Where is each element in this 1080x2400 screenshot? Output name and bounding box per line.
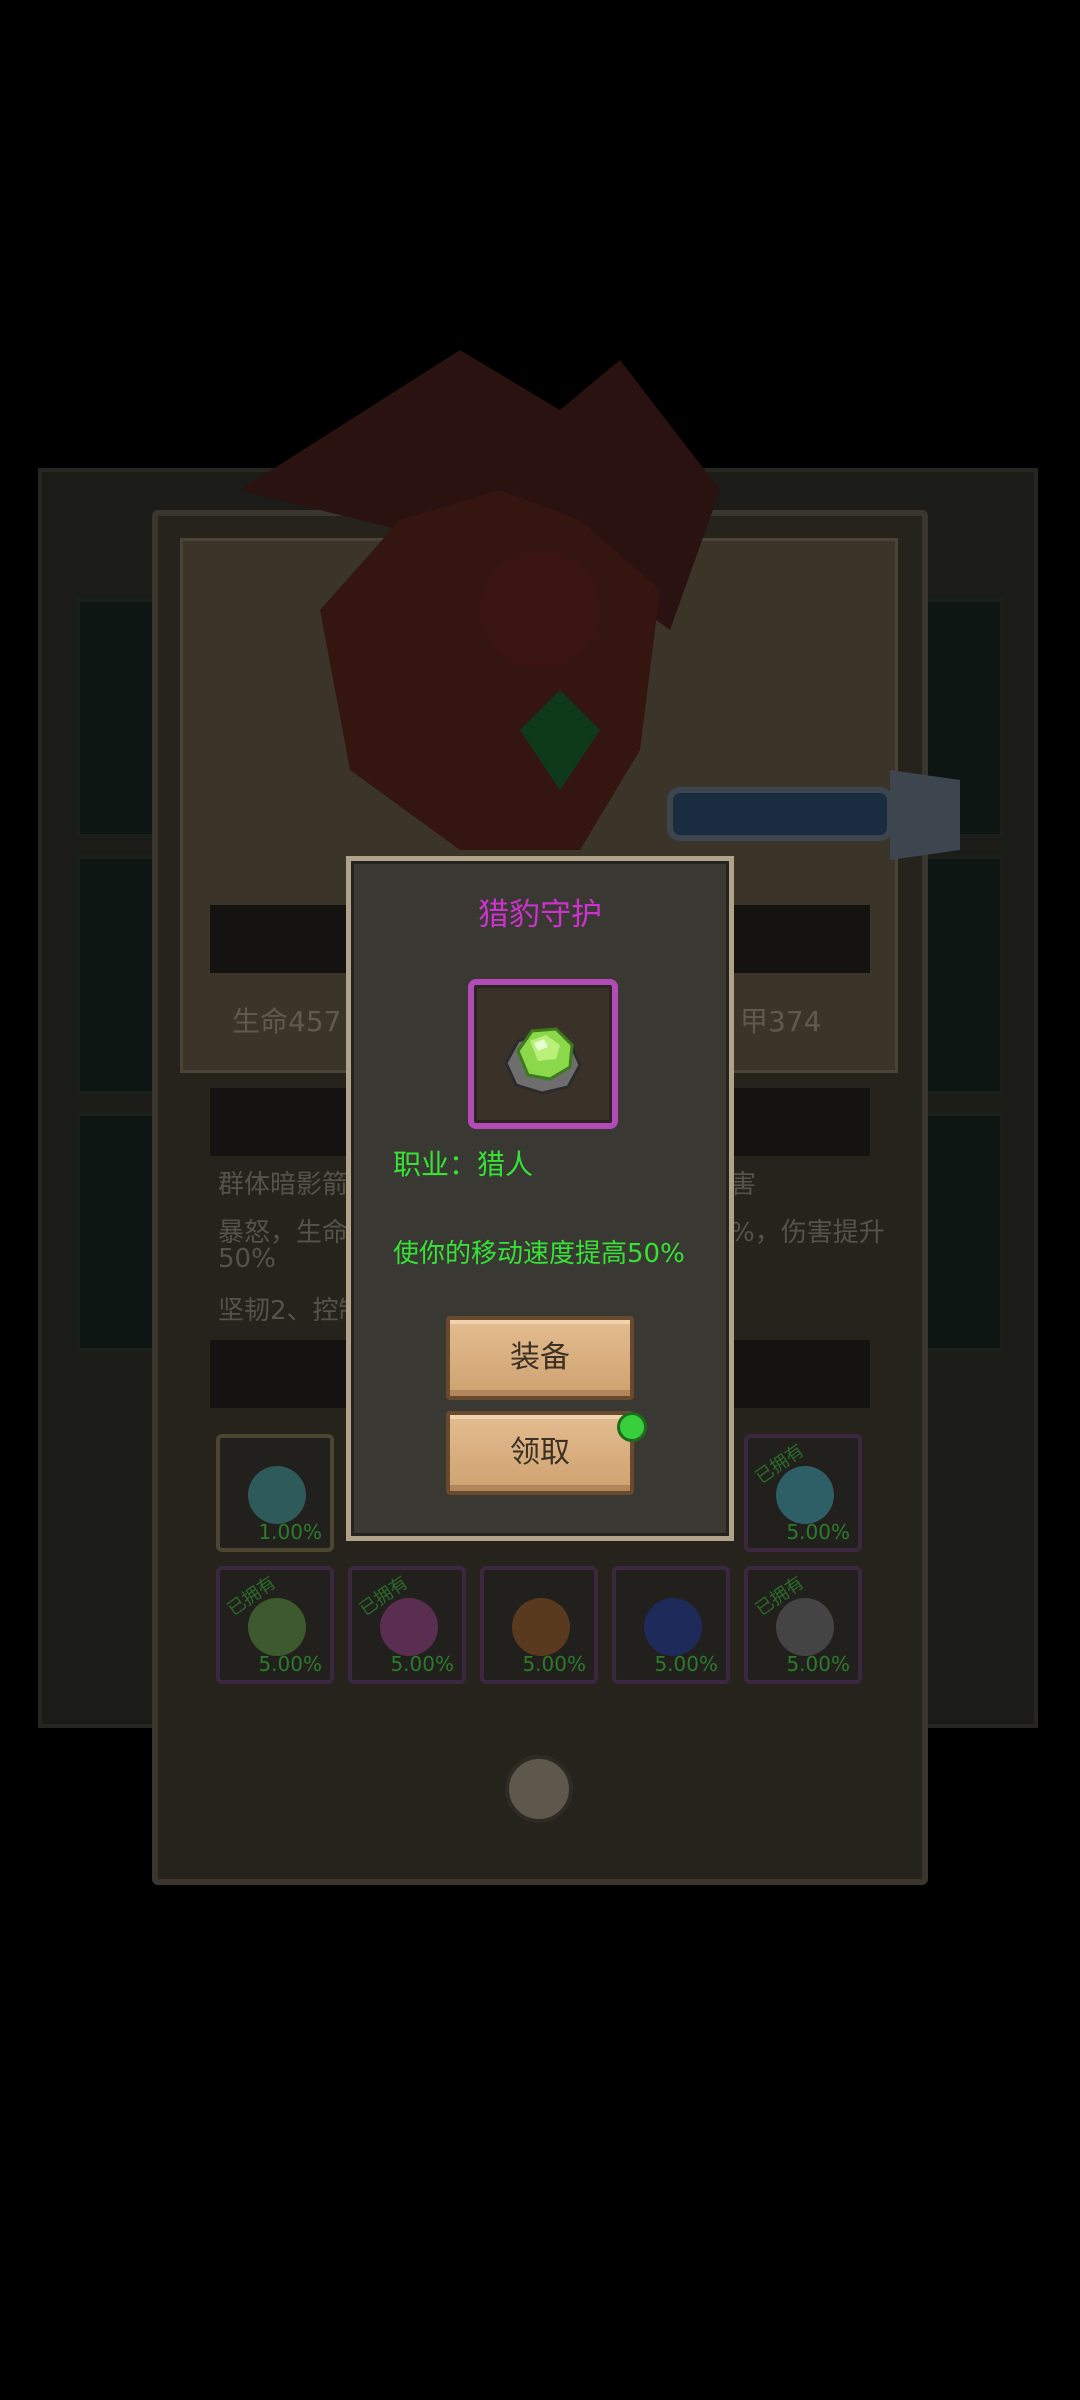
side-card-left-3 (76, 1112, 162, 1352)
class-requirement: 职业：猎人 (393, 1148, 534, 1181)
gem-slot[interactable]: 5.00% (612, 1566, 730, 1684)
hp-stat: 生命457 (232, 1005, 342, 1038)
side-card-left-1 (76, 598, 162, 838)
gem-icon (248, 1598, 306, 1656)
gem-icon (248, 1466, 306, 1524)
drop-rate: 5.00% (390, 1652, 454, 1676)
drop-rate: 5.00% (258, 1652, 322, 1676)
drop-rate: 1.00% (258, 1520, 322, 1544)
gem-slot[interactable]: 已拥有 5.00% (216, 1566, 334, 1684)
gem-slot[interactable]: 已拥有 5.00% (744, 1566, 862, 1684)
gem-icon (776, 1466, 834, 1524)
gem-icon (512, 1598, 570, 1656)
gem-icon (380, 1598, 438, 1656)
gem-slot[interactable]: 1.00% (216, 1434, 334, 1552)
side-card-right-3 (918, 1112, 1004, 1352)
gem-icon (644, 1598, 702, 1656)
drop-rate: 5.00% (522, 1652, 586, 1676)
drop-rate: 5.00% (786, 1520, 850, 1544)
gem-icon (776, 1598, 834, 1656)
side-card-right-2 (918, 855, 1004, 1095)
skill-line-2-tail: %，伤害提升 (730, 1218, 885, 1248)
skill-line-2-wrap: 50% (218, 1244, 276, 1274)
skill-line-3: 坚韧2、控制 (218, 1296, 365, 1326)
hero-portrait (240, 350, 960, 860)
item-title: 猎豹守护 (478, 897, 602, 933)
gem-slot[interactable]: 已拥有 5.00% (348, 1566, 466, 1684)
claim-button[interactable]: 领取 (446, 1411, 634, 1495)
skill-line-1: 群体暗影箭 (218, 1170, 349, 1200)
item-detail-dialog: 猎豹守护 职业：猎人 使你的移动速度提高50% 装备 领取 (346, 856, 734, 1541)
equip-button[interactable]: 装备 (446, 1316, 634, 1400)
close-circle-button[interactable] (505, 1755, 573, 1823)
notification-dot-icon (617, 1412, 647, 1442)
side-card-left-2 (76, 855, 162, 1095)
green-gem-icon (504, 1027, 582, 1095)
item-effect: 使你的移动速度提高50% (393, 1239, 685, 1269)
gem-slot[interactable]: 已拥有 5.00% (744, 1434, 862, 1552)
armor-stat: 甲374 (740, 1005, 822, 1038)
drop-rate: 5.00% (654, 1652, 718, 1676)
drop-rate: 5.00% (786, 1652, 850, 1676)
gem-slot[interactable]: 5.00% (480, 1566, 598, 1684)
item-icon-frame (468, 979, 618, 1129)
